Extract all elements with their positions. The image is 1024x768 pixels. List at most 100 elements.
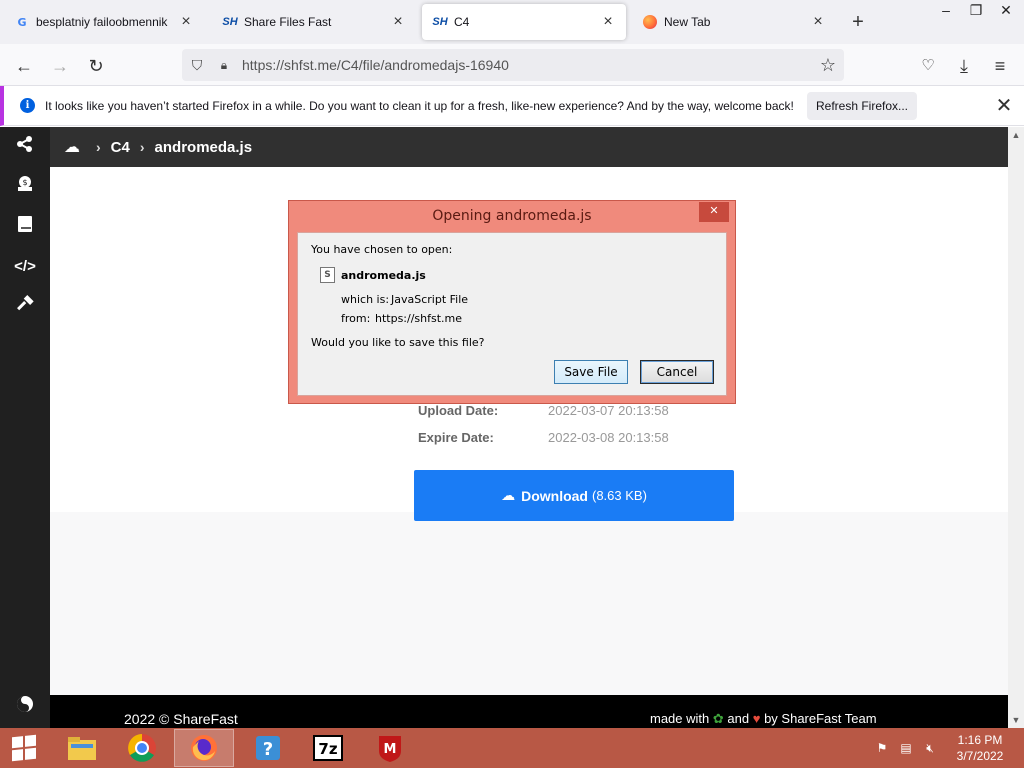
volume-muted-icon[interactable]: 🔇︎ (920, 728, 940, 768)
heart-icon: ♥ (752, 711, 761, 726)
back-button[interactable]: ← (10, 52, 38, 80)
file-explorer-icon[interactable] (52, 729, 112, 767)
tab-title: New Tab (664, 15, 711, 29)
and-label: and (727, 711, 750, 726)
minimize-button[interactable]: – (932, 0, 960, 22)
clock-date: 3/7/2022 (956, 749, 1004, 763)
network-icon[interactable]: ▤ (896, 728, 916, 768)
cancel-button[interactable]: Cancel (640, 360, 714, 384)
7zip-icon[interactable]: 7z (298, 729, 358, 767)
close-notification-icon[interactable]: ✕ (992, 92, 1016, 120)
scroll-down-arrow-icon[interactable]: ▼ (1008, 712, 1024, 728)
leaf-icon: ✿ (712, 711, 724, 726)
which-is-label: which is: (341, 293, 390, 306)
firefox-icon (642, 14, 658, 30)
page-scrollbar[interactable]: ▲ ▼ (1008, 127, 1024, 728)
made-with-text: made with ✿ and ♥ by ShareFast Team (650, 711, 877, 727)
downloads-icon[interactable]: ⤓ (950, 52, 978, 80)
taskbar: ? 7z M ⚑ ▤ 🔇︎ 1:16 PM 3/7/2022 (0, 728, 1024, 768)
system-clock[interactable]: 1:16 PM 3/7/2022 (944, 732, 1016, 764)
close-tab-icon[interactable]: × (810, 13, 826, 31)
bookmark-star-icon[interactable]: ☆ (812, 55, 844, 76)
cloud-download-icon: ☁ (501, 487, 516, 503)
download-label: Download (521, 487, 588, 504)
upload-date-value: 2022-03-07 20:13:58 (548, 403, 669, 418)
footer: 2022 © ShareFast made with ✿ and ♥ by Sh… (50, 695, 1008, 728)
svg-text:?: ? (263, 739, 273, 760)
sidebar: $ </> (0, 127, 50, 728)
upload-date-label: Upload Date: (418, 403, 499, 418)
windows-logo-icon (12, 734, 36, 762)
download-size: (8.63 KB) (591, 488, 647, 503)
code-icon[interactable]: </> (0, 247, 50, 287)
expire-date-value: 2022-03-08 20:13:58 (548, 430, 669, 445)
help-icon[interactable]: ? (238, 729, 298, 767)
close-tab-icon[interactable]: × (178, 13, 194, 31)
tab-c4[interactable]: SH C4 × (422, 4, 626, 40)
team-label: by ShareFast Team (764, 711, 877, 726)
dialog-question: Would you like to save this file? (311, 336, 485, 349)
navigation-toolbar: ← → ↻ ⛉ 🔒︎ https://shfst.me/C4/file/andr… (0, 44, 1024, 86)
tab-new-tab[interactable]: New Tab × (632, 4, 836, 40)
sharefast-icon: SH (222, 16, 238, 28)
tab-title: C4 (454, 15, 470, 29)
new-tab-button[interactable]: + (846, 10, 870, 34)
refresh-firefox-button[interactable]: Refresh Firefox... (807, 92, 917, 120)
file-type-value: JavaScript File (391, 293, 469, 306)
scroll-up-arrow-icon[interactable]: ▲ (1008, 127, 1024, 143)
firefox-taskbar-icon[interactable] (174, 729, 234, 767)
start-button[interactable] (0, 728, 48, 768)
upload-icon[interactable]: $ (0, 167, 50, 207)
info-icon: i (20, 98, 35, 113)
lock-icon[interactable]: 🔒︎ (212, 58, 236, 73)
chrome-icon[interactable] (112, 729, 172, 767)
tab-strip: G besplatniy failoobmennik - G × SH Shar… (0, 0, 1024, 44)
tracking-protection-shield-icon[interactable]: ⛉ (182, 57, 212, 74)
mcafee-icon[interactable]: M (360, 729, 420, 767)
forward-button[interactable]: → (46, 52, 74, 80)
save-file-button[interactable]: Save File (554, 360, 628, 384)
made-with-label: made with (650, 711, 710, 726)
tab-share-files-fast[interactable]: SH Share Files Fast × (212, 4, 416, 40)
tab-title: besplatniy failoobmennik - G (36, 15, 170, 29)
sharefast-icon: SH (432, 16, 448, 28)
hammer-icon[interactable] (0, 287, 50, 327)
breadcrumb: ☁ › C4 › andromeda.js (50, 127, 1008, 167)
book-icon[interactable] (0, 207, 50, 247)
breadcrumb-item-c4[interactable]: C4 (111, 139, 130, 156)
svg-text:M: M (384, 742, 397, 757)
pocket-icon[interactable]: ♡ (914, 52, 942, 80)
dialog-close-button[interactable]: ✕ (699, 202, 729, 222)
url-text[interactable]: https://shfst.me/C4/file/andromedajs-169… (236, 57, 812, 73)
reload-button[interactable]: ↻ (82, 52, 110, 80)
breadcrumb-item-filename: andromeda.js (154, 138, 253, 156)
tab-title: Share Files Fast (244, 15, 332, 29)
close-window-button[interactable]: ✕ (992, 0, 1020, 22)
from-label: from: (341, 312, 371, 325)
svg-text:7z: 7z (318, 740, 337, 758)
cloud-icon[interactable]: ☁ (64, 137, 86, 157)
copyright-text: 2022 © ShareFast (124, 711, 238, 727)
from-value: https://shfst.me (375, 312, 463, 325)
chevron-right-icon: › (139, 139, 145, 155)
notification-message: It looks like you haven’t started Firefo… (45, 98, 794, 113)
dialog-filename: andromeda.js (341, 269, 426, 282)
action-center-flag-icon[interactable]: ⚑ (872, 728, 892, 768)
dialog-intro: You have chosen to open: (311, 243, 453, 256)
clock-time: 1:16 PM (957, 733, 1003, 747)
address-bar[interactable]: ⛉ 🔒︎ https://shfst.me/C4/file/andromedaj… (182, 49, 844, 81)
opening-file-dialog: Opening andromeda.js ✕ You have chosen t… (288, 200, 736, 404)
restore-button[interactable]: ❐ (962, 0, 990, 22)
google-g-icon: G (17, 15, 27, 29)
javascript-file-icon: S (320, 267, 335, 283)
close-tab-icon[interactable]: × (600, 13, 616, 31)
share-icon[interactable] (0, 127, 50, 167)
menu-hamburger-icon[interactable]: ≡ (986, 52, 1014, 80)
download-button[interactable]: ☁ Download (8.63 KB) (414, 470, 734, 521)
close-tab-icon[interactable]: × (390, 13, 406, 31)
dialog-body: You have chosen to open: S andromeda.js … (297, 232, 727, 396)
chevron-right-icon: › (96, 139, 101, 155)
svg-text:$: $ (22, 178, 27, 187)
tab-google-search[interactable]: G besplatniy failoobmennik - G × (4, 4, 204, 40)
theme-toggle-icon[interactable] (0, 687, 50, 727)
